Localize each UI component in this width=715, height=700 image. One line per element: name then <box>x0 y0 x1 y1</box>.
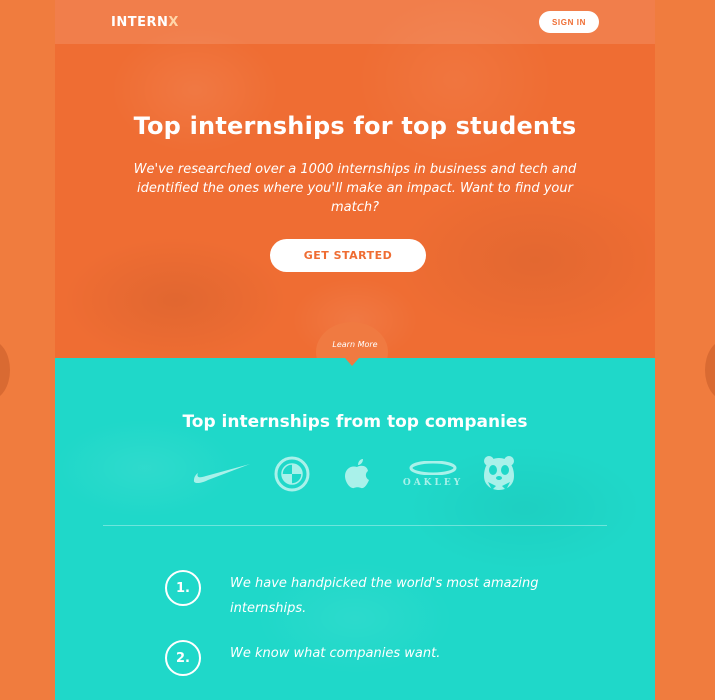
learn-more-link[interactable]: Learn More <box>55 340 655 349</box>
top-navbar: INTERNX SIGN IN <box>55 0 655 44</box>
step-2: 2. We know what companies want. <box>165 640 550 676</box>
logo-text: INTERN <box>111 14 169 30</box>
oakley-wordmark: OAKLEY <box>402 477 464 488</box>
bmw-logo <box>273 454 311 494</box>
hero-title: Top internships for top students <box>133 112 577 140</box>
chevron-down-icon[interactable] <box>345 358 359 366</box>
companies-title: Top internships from top companies <box>182 412 528 432</box>
step-text: We know what companies want. <box>230 646 441 661</box>
step-text: We have handpicked the world's most amaz… <box>230 576 539 616</box>
side-decoration-right <box>705 340 715 400</box>
company-logos: OAKLEY <box>55 454 655 498</box>
nike-logo <box>191 454 253 494</box>
get-started-button[interactable]: GET STARTED <box>270 239 426 272</box>
section-divider <box>103 525 607 526</box>
hero-section: INTERNX SIGN IN Top internships for top … <box>55 0 655 358</box>
brand-logo[interactable]: INTERNX <box>111 15 179 30</box>
hero-subtitle: We've researched over a 1000 internships… <box>133 162 577 215</box>
landing-page: INTERNX SIGN IN Top internships for top … <box>55 0 655 700</box>
wwf-logo <box>479 454 519 494</box>
step-number-badge: 2. <box>165 640 201 676</box>
apple-logo <box>341 454 373 494</box>
logo-accent: X <box>168 14 179 30</box>
oakley-logo: OAKLEY <box>399 454 467 494</box>
side-decoration-left <box>0 340 10 400</box>
step-number-badge: 1. <box>165 570 201 606</box>
step-1: 1. We have handpicked the world's most a… <box>165 570 550 621</box>
sign-in-button[interactable]: SIGN IN <box>539 11 599 33</box>
companies-section: Top internships from top companies OAKLE… <box>55 358 655 700</box>
